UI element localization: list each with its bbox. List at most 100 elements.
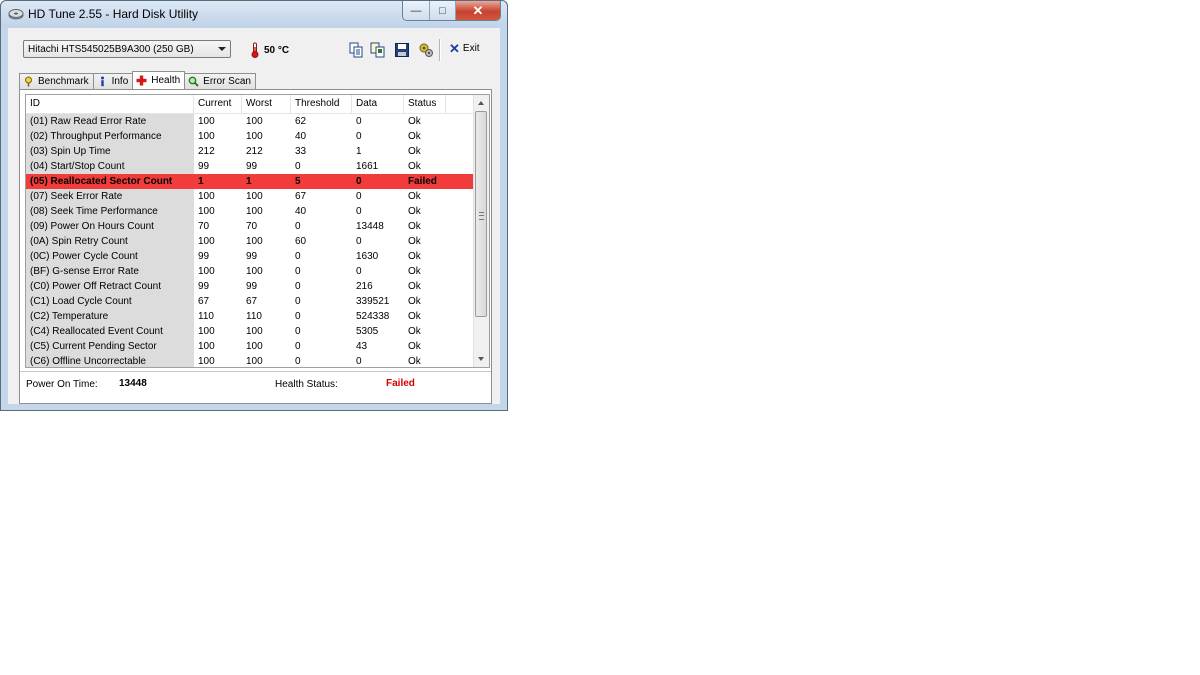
- scrollbar-thumb[interactable]: [475, 111, 487, 317]
- column-header-threshold[interactable]: Threshold: [291, 95, 352, 113]
- cell-worst: 99: [246, 161, 258, 172]
- column-header-worst[interactable]: Worst: [242, 95, 291, 113]
- table-row[interactable]: (09) Power On Hours Count 70 70 0 13448 Ok: [26, 219, 475, 234]
- table-row[interactable]: (0C) Power Cycle Count 99 99 0 1630 Ok: [26, 249, 475, 264]
- drive-select[interactable]: Hitachi HTS545025B9A300 (250 GB): [23, 40, 231, 58]
- app-window: HD Tune 2.55 - Hard Disk Utility — □ ✕ H…: [0, 0, 508, 411]
- cell-current: 100: [198, 116, 215, 127]
- cell-status: Ok: [408, 356, 421, 367]
- cell-current: 212: [198, 146, 215, 157]
- vertical-scrollbar[interactable]: [473, 95, 489, 367]
- grip-icon: [479, 212, 484, 220]
- cell-id: (04) Start/Stop Count: [26, 159, 194, 174]
- cell-status: Ok: [408, 326, 421, 337]
- cell-data: 1: [356, 146, 362, 157]
- column-header-status[interactable]: Status: [404, 95, 446, 113]
- cell-id: (C2) Temperature: [26, 309, 194, 324]
- cell-current: 100: [198, 236, 215, 247]
- column-header-current[interactable]: Current: [194, 95, 242, 113]
- table-row[interactable]: (C5) Current Pending Sector 100 100 0 43 Ok: [26, 339, 475, 354]
- table-row[interactable]: (08) Seek Time Performance 100 100 40 0 Ok: [26, 204, 475, 219]
- cell-threshold: 0: [295, 281, 301, 292]
- maximize-button[interactable]: □: [430, 1, 456, 20]
- table-row[interactable]: (01) Raw Read Error Rate 100 100 62 0 Ok: [26, 114, 475, 129]
- tab-benchmark[interactable]: Benchmark: [19, 73, 94, 89]
- title-bar[interactable]: HD Tune 2.55 - Hard Disk Utility — □ ✕: [1, 1, 507, 27]
- minimize-button[interactable]: —: [403, 1, 430, 20]
- window-title: HD Tune 2.55 - Hard Disk Utility: [28, 7, 199, 21]
- cell-current: 1: [198, 176, 204, 187]
- table-row[interactable]: (0A) Spin Retry Count 100 100 60 0 Ok: [26, 234, 475, 249]
- error-scan-icon: [188, 76, 199, 87]
- cell-current: 99: [198, 161, 210, 172]
- tab-info[interactable]: Info: [92, 73, 134, 89]
- cell-data: 216: [356, 281, 373, 292]
- cell-current: 100: [198, 341, 215, 352]
- tab-error-scan[interactable]: Error Scan: [184, 73, 256, 89]
- options-icon[interactable]: [418, 42, 434, 58]
- cell-id: (C4) Reallocated Event Count: [26, 324, 194, 339]
- cell-id: (BF) G-sense Error Rate: [26, 264, 194, 279]
- cell-id: (C0) Power Off Retract Count: [26, 279, 194, 294]
- cell-current: 99: [198, 251, 210, 262]
- cell-status: Ok: [408, 206, 421, 217]
- smart-table[interactable]: ID Current Worst Threshold Data Status (…: [25, 94, 490, 368]
- power-on-label: Power On Time:: [26, 379, 98, 390]
- scroll-up-icon[interactable]: [478, 101, 484, 105]
- client-area: Hitachi HTS545025B9A300 (250 GB) 50 °C ✕…: [8, 28, 500, 404]
- close-button[interactable]: ✕: [456, 1, 500, 20]
- cell-worst: 100: [246, 116, 263, 127]
- cell-worst: 100: [246, 206, 263, 217]
- table-row[interactable]: (BF) G-sense Error Rate 100 100 0 0 Ok: [26, 264, 475, 279]
- cell-id: (09) Power On Hours Count: [26, 219, 194, 234]
- cell-status: Ok: [408, 266, 421, 277]
- cell-id: (03) Spin Up Time: [26, 144, 194, 159]
- table-row[interactable]: (C0) Power Off Retract Count 99 99 0 216 Ok: [26, 279, 475, 294]
- column-header-id[interactable]: ID: [26, 95, 194, 113]
- window-controls: — □ ✕: [402, 1, 501, 21]
- exit-button[interactable]: ✕ Exit: [449, 42, 480, 55]
- cell-threshold: 5: [295, 176, 301, 187]
- cell-threshold: 0: [295, 356, 301, 367]
- cell-data: 0: [356, 176, 362, 187]
- scroll-down-icon[interactable]: [478, 357, 484, 361]
- cell-id: (C1) Load Cycle Count: [26, 294, 194, 309]
- cell-data: 0: [356, 116, 362, 127]
- cell-data: 5305: [356, 326, 379, 337]
- cell-current: 100: [198, 206, 215, 217]
- tab-health[interactable]: Health: [132, 71, 186, 89]
- copy-all-icon[interactable]: [370, 42, 386, 58]
- table-row[interactable]: (07) Seek Error Rate 100 100 67 0 Ok: [26, 189, 475, 204]
- cell-current: 67: [198, 296, 210, 307]
- cell-current: 70: [198, 221, 210, 232]
- cell-status: Ok: [408, 131, 421, 142]
- table-row[interactable]: (C6) Offline Uncorrectable 100 100 0 0 Ok: [26, 354, 475, 367]
- cell-worst: 100: [246, 236, 263, 247]
- cell-worst: 100: [246, 341, 263, 352]
- benchmark-icon: [25, 76, 32, 87]
- cell-data: 1630: [356, 251, 379, 262]
- exit-label: Exit: [462, 43, 480, 54]
- table-row[interactable]: (02) Throughput Performance 100 100 40 0 Ok: [26, 129, 475, 144]
- table-row[interactable]: (C1) Load Cycle Count 67 67 0 339521 Ok: [26, 294, 475, 309]
- table-row[interactable]: (C2) Temperature 110 110 0 524338 Ok: [26, 309, 475, 324]
- table-row[interactable]: (04) Start/Stop Count 99 99 0 1661 Ok: [26, 159, 475, 174]
- cell-threshold: 0: [295, 311, 301, 322]
- table-row[interactable]: (05) Reallocated Sector Count 1 1 5 0 Failed: [26, 174, 475, 189]
- cell-current: 99: [198, 281, 210, 292]
- save-icon[interactable]: [394, 42, 410, 58]
- cell-threshold: 0: [295, 161, 301, 172]
- cell-data: 0: [356, 206, 362, 217]
- thermometer-icon: [251, 42, 259, 58]
- cell-current: 100: [198, 326, 215, 337]
- table-row[interactable]: (03) Spin Up Time 212 212 33 1 Ok: [26, 144, 475, 159]
- cell-status: Ok: [408, 281, 421, 292]
- footer-divider: [20, 371, 491, 372]
- toolbar-separator: [439, 39, 441, 61]
- tab-label: Error Scan: [203, 76, 251, 87]
- column-header-data[interactable]: Data: [352, 95, 404, 113]
- copy-icon[interactable]: [348, 42, 364, 58]
- cell-data: 13448: [356, 221, 384, 232]
- table-row[interactable]: (C4) Reallocated Event Count 100 100 0 5305 O…: [26, 324, 475, 339]
- cell-worst: 100: [246, 131, 263, 142]
